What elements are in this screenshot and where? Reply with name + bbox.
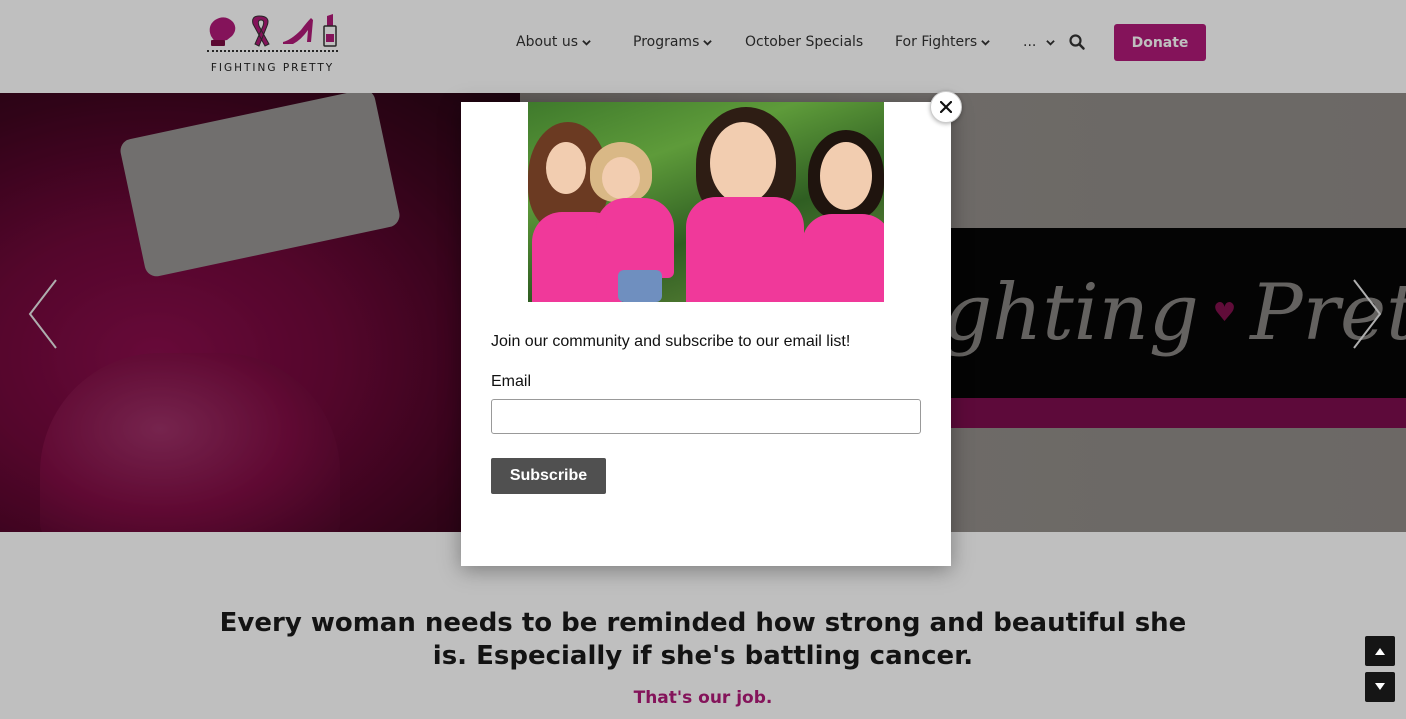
email-field[interactable] — [491, 399, 921, 434]
scroll-down-button[interactable] — [1365, 672, 1395, 702]
pink-shirt — [686, 197, 804, 302]
arrow-down-icon — [1375, 683, 1385, 690]
subscribe-modal: Join our community and subscribe to our … — [461, 102, 951, 566]
arrow-up-icon — [1375, 648, 1385, 655]
pink-shirt — [596, 198, 674, 278]
person-face — [710, 122, 776, 204]
modal-heading: Join our community and subscribe to our … — [491, 333, 851, 350]
person-face — [546, 142, 586, 194]
child-face — [602, 157, 640, 199]
close-icon — [940, 101, 952, 113]
subscribe-button[interactable]: Subscribe — [491, 458, 606, 494]
pink-shirt — [802, 214, 884, 302]
modal-photo — [528, 102, 884, 302]
person-face — [820, 142, 872, 210]
scroll-up-button[interactable] — [1365, 636, 1395, 666]
close-modal-button[interactable] — [930, 91, 962, 123]
email-label: Email — [491, 373, 532, 390]
child-shorts — [618, 270, 662, 302]
